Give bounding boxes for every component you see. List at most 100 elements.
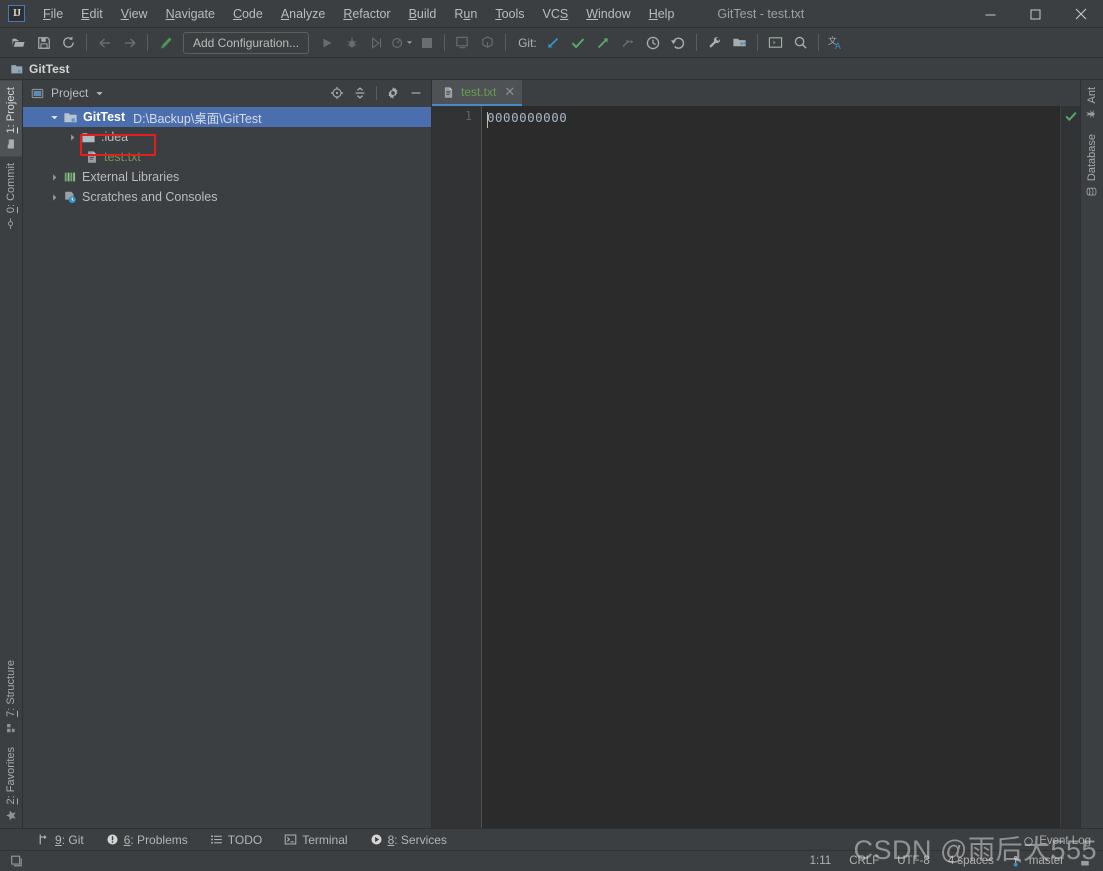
file-encoding[interactable]: UTF-8 [888, 851, 939, 871]
hide-panel-icon[interactable] [405, 83, 427, 103]
minimize-button[interactable] [968, 0, 1013, 28]
services-icon [370, 833, 383, 846]
collapse-arrow-icon-2[interactable] [47, 173, 61, 182]
menu-item-build[interactable]: Build [400, 0, 446, 28]
profiler-icon[interactable] [389, 31, 414, 55]
tree-item-scratches[interactable]: Scratches and Consoles [23, 187, 431, 207]
todo-icon [210, 833, 223, 846]
menu-item-vcs[interactable]: VCS [534, 0, 578, 28]
code-content[interactable]: 0000000000 [482, 106, 1060, 828]
search-everywhere-icon[interactable] [788, 31, 813, 55]
menu-item-help[interactable]: Help [640, 0, 684, 28]
settings-icon[interactable] [702, 31, 727, 55]
text-caret [487, 112, 488, 128]
sidebar-item-commit[interactable]: 0: Commit [0, 156, 22, 236]
title-bar: IJ File Edit View Navigate Code Analyze … [0, 0, 1103, 28]
navigate-forward-icon[interactable] [117, 31, 142, 55]
sidebar-item-database[interactable]: Database [1081, 127, 1103, 204]
debug-icon[interactable] [339, 31, 364, 55]
line-number: 1 [464, 109, 472, 123]
read-only-toggle-icon[interactable] [8, 854, 24, 868]
breadcrumb-project[interactable]: GitTest [10, 62, 69, 76]
sidebar-item-ant[interactable]: Ant [1081, 80, 1103, 127]
stop-icon[interactable] [414, 31, 439, 55]
git-push-icon[interactable] [591, 31, 616, 55]
run-with-coverage-icon[interactable] [364, 31, 389, 55]
select-opened-file-icon[interactable] [326, 83, 348, 103]
menu-item-navigate[interactable]: Navigate [157, 0, 224, 28]
menu-item-code[interactable]: Code [224, 0, 272, 28]
run-configuration-selector[interactable]: Add Configuration... [183, 31, 310, 54]
open-project-icon[interactable] [6, 31, 31, 55]
menu-item-file[interactable]: File [34, 0, 72, 28]
translate-icon[interactable]: 文A [824, 31, 849, 55]
menu-item-view[interactable]: View [112, 0, 157, 28]
commit-icon [6, 218, 17, 230]
event-log-widget[interactable]: Event Log [1023, 835, 1091, 847]
update-running-app-icon[interactable] [450, 31, 475, 55]
panel-tool-separator [376, 86, 377, 100]
tree-item-external-libraries[interactable]: External Libraries [23, 167, 431, 187]
collapse-arrow-icon[interactable] [65, 133, 79, 142]
bottom-item-services[interactable]: 8: Services [359, 829, 458, 851]
libraries-icon [63, 170, 77, 184]
editor-tab-test-txt[interactable]: test.txt ✕ [432, 80, 523, 106]
project-structure-icon[interactable] [727, 31, 752, 55]
git-branch-label: master [1028, 855, 1064, 867]
tree-item-idea[interactable]: .idea [23, 127, 431, 147]
collapse-arrow-icon-3[interactable] [47, 193, 61, 202]
tree-item-gittest[interactable]: GitTest D:\Backup\桌面\GitTest [23, 107, 431, 127]
menu-item-refactor[interactable]: Refactor [334, 0, 399, 28]
navigate-back-icon[interactable] [92, 31, 117, 55]
menu-item-edit[interactable]: Edit [72, 0, 112, 28]
bottom-item-git[interactable]: 9: Git [26, 829, 95, 851]
collapse-all-icon[interactable] [349, 83, 371, 103]
toolbar-separator-7 [817, 34, 819, 51]
git-history-icon[interactable] [641, 31, 666, 55]
toolbar-separator-2 [147, 34, 148, 51]
inspection-status-icon[interactable] [1064, 109, 1078, 123]
bottom-item-problems[interactable]: 6: Problems [95, 829, 199, 851]
indent-setting[interactable]: 4 spaces [939, 851, 1003, 871]
build-project-icon[interactable] [153, 31, 178, 55]
chevron-down-icon[interactable] [95, 89, 104, 98]
git-commit-icon[interactable] [566, 31, 591, 55]
menu-item-window[interactable]: Window [577, 0, 639, 28]
sidebar-item-favorites[interactable]: 2: Favorites [0, 740, 22, 828]
git-branch-widget[interactable]: master [1003, 851, 1073, 871]
update-resources-icon[interactable] [475, 31, 500, 55]
sidebar-item-project[interactable]: 1: Project [0, 80, 22, 157]
project-tree[interactable]: GitTest D:\Backup\桌面\GitTest .idea test.… [23, 106, 431, 828]
git-merge-icon[interactable] [616, 31, 641, 55]
breadcrumb-project-label: GitTest [29, 61, 70, 76]
gear-icon[interactable] [382, 83, 404, 103]
editor-tab-bar: test.txt ✕ [432, 80, 1080, 106]
close-button[interactable] [1058, 0, 1103, 28]
menu-item-run[interactable]: Run [445, 0, 486, 28]
maximize-button[interactable] [1013, 0, 1058, 28]
git-update-project-icon[interactable] [541, 31, 566, 55]
menu-item-tools[interactable]: Tools [486, 0, 533, 28]
sidebar-item-structure[interactable]: 7: Structure [0, 653, 22, 740]
expand-arrow-icon[interactable] [47, 113, 61, 122]
window-controls [968, 0, 1103, 28]
status-bar-left [8, 854, 24, 868]
bottom-item-todo[interactable]: TODO [199, 829, 273, 851]
save-all-icon[interactable] [31, 31, 56, 55]
sidebar-item-structure-label: 7: Structure [5, 659, 17, 717]
run-icon[interactable] [314, 31, 339, 55]
close-icon[interactable]: ✕ [504, 84, 515, 100]
line-separator[interactable]: CRLF [840, 851, 888, 871]
synchronize-icon[interactable] [56, 31, 81, 55]
tree-item-test-txt[interactable]: test.txt [23, 147, 431, 167]
memory-indicator[interactable] [1073, 851, 1095, 871]
sidebar-item-favorites-label: 2: Favorites [5, 746, 17, 804]
bottom-item-terminal[interactable]: Terminal [273, 829, 358, 851]
git-rollback-icon[interactable] [666, 31, 691, 55]
terminal-icon[interactable] [763, 31, 788, 55]
menu-item-analyze[interactable]: Analyze [272, 0, 334, 28]
bottom-item-todo-label: TODO [227, 832, 263, 847]
editor-marker-bar[interactable] [1060, 106, 1080, 828]
problems-icon [106, 833, 119, 846]
caret-position[interactable]: 1:11 [801, 851, 841, 871]
